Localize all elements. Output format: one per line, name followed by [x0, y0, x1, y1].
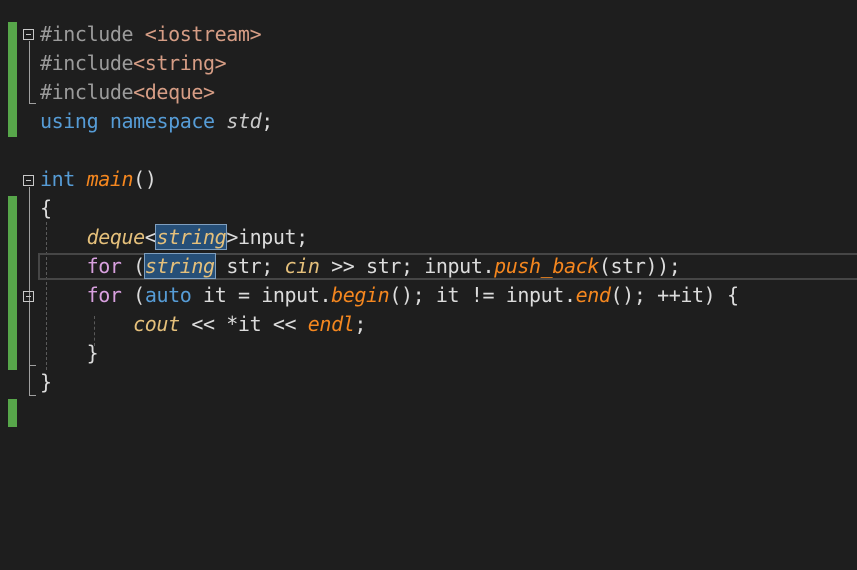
code-line-10[interactable]: for (auto it = input.begin(); it != inpu…: [40, 281, 739, 310]
punctuation: (: [133, 283, 145, 307]
preprocessor: #include: [40, 51, 134, 75]
keyword: for: [86, 283, 122, 307]
preprocessor: #include: [40, 22, 134, 46]
code-line-1[interactable]: #include <iostream>: [40, 20, 262, 49]
keyword: using: [40, 109, 99, 133]
identifier: cin: [284, 254, 320, 278]
code-line-2[interactable]: #include<string>: [40, 49, 227, 78]
code-line-12[interactable]: }: [40, 339, 99, 368]
include-header: <iostream>: [144, 22, 262, 46]
punctuation: ;: [261, 109, 273, 133]
change-marker: [8, 22, 17, 137]
code-text: >> str; input.: [319, 254, 495, 278]
punctuation: (): [133, 167, 157, 191]
keyword: for: [86, 254, 122, 278]
punctuation: (: [133, 254, 145, 278]
change-marker: [8, 196, 17, 370]
fold-end: [29, 103, 36, 104]
keyword: int: [40, 167, 75, 191]
fold-end: [29, 365, 36, 366]
punctuation: <: [144, 225, 157, 249]
fold-line: [29, 303, 30, 365]
code-text: it = input.: [191, 283, 332, 307]
keyword: auto: [144, 283, 192, 307]
punctuation: >: [226, 225, 238, 249]
code-line-13[interactable]: }: [40, 368, 52, 397]
change-marker: [8, 399, 17, 427]
code-text: (); it != input.: [389, 283, 576, 307]
code-text: (str));: [598, 254, 681, 278]
function-name: begin: [331, 283, 390, 307]
brace: }: [86, 341, 99, 365]
type-name: deque: [86, 225, 146, 249]
fold-line: [29, 41, 30, 103]
code-line-7[interactable]: {: [40, 194, 52, 223]
code-text: (); ++it) {: [610, 283, 739, 307]
function-name: endl: [307, 312, 355, 336]
collapse-icon[interactable]: [23, 175, 34, 186]
collapse-icon[interactable]: [23, 291, 34, 302]
preprocessor: #include: [40, 80, 134, 104]
brace: {: [40, 196, 52, 220]
code-text: str;: [214, 254, 285, 278]
highlighted-type: string: [143, 253, 216, 279]
code-line-8[interactable]: deque<string>input;: [40, 223, 308, 252]
function-name: end: [575, 283, 611, 307]
code-line-3[interactable]: #include<deque>: [40, 78, 215, 107]
collapse-icon[interactable]: [23, 29, 34, 40]
code-line-11[interactable]: cout << *it << endl;: [40, 310, 366, 339]
brace: }: [40, 370, 52, 394]
function-name: main: [86, 167, 134, 191]
identifier: cout: [133, 312, 180, 336]
keyword: namespace: [109, 109, 215, 133]
include-header: <deque>: [133, 80, 215, 104]
namespace-name: std: [226, 109, 262, 133]
include-header: <string>: [133, 51, 227, 75]
punctuation: ;: [354, 312, 367, 336]
identifier: input;: [237, 225, 308, 249]
fold-end: [29, 395, 36, 396]
code-editor[interactable]: #include <iostream> #include<string> #in…: [0, 0, 857, 570]
code-line-4[interactable]: using namespace std;: [40, 107, 273, 136]
code-line-9[interactable]: for (string str; cin >> str; input.push_…: [40, 252, 681, 281]
code-text: << *it <<: [179, 312, 308, 336]
highlighted-type: string: [155, 224, 228, 250]
function-name: push_back: [494, 254, 599, 278]
code-line-6[interactable]: int main(): [40, 165, 157, 194]
